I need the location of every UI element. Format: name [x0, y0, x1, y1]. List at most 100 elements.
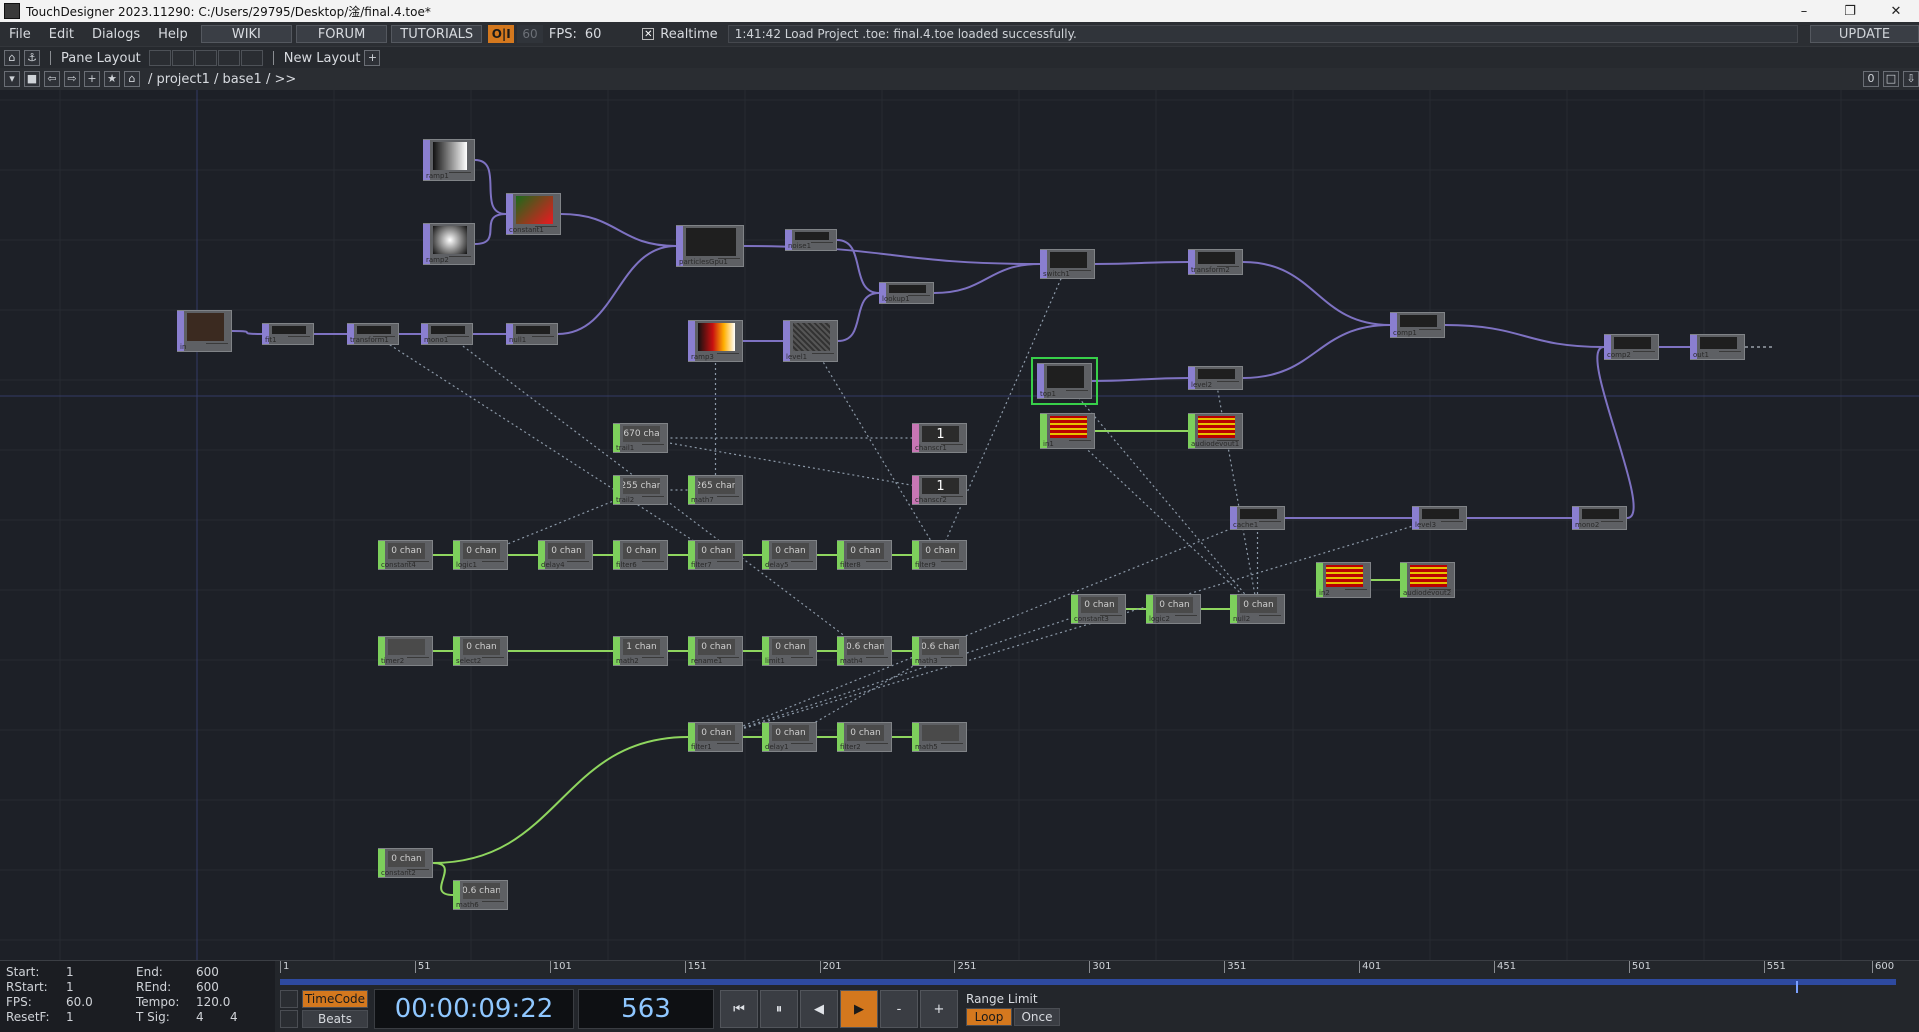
node-audiodevout1[interactable]: audiodevout1	[1188, 413, 1243, 449]
node-flags[interactable]	[567, 561, 589, 568]
maximize-button[interactable]: ❐	[1827, 0, 1873, 22]
node-out1[interactable]: out1	[1690, 334, 1745, 360]
node-rename1[interactable]: 0 chan rename1	[688, 636, 743, 666]
timeline-toggle-top[interactable]	[280, 990, 298, 1008]
once-button[interactable]: Once	[1014, 1008, 1060, 1026]
node-delay1[interactable]: 0 chan delay1	[762, 722, 817, 752]
node-flags[interactable]	[812, 353, 834, 360]
menu-help[interactable]: Help	[149, 27, 197, 42]
node-flags[interactable]	[1069, 270, 1091, 277]
node-flags[interactable]	[717, 561, 739, 568]
resetf-value[interactable]: 1	[66, 1010, 74, 1025]
node-flags[interactable]	[791, 743, 813, 750]
node-audiodevout2[interactable]: audiodevout2	[1400, 562, 1455, 598]
node-flags[interactable]	[642, 561, 664, 568]
fps-value[interactable]: 60.0	[66, 995, 93, 1010]
node-flags[interactable]	[642, 496, 664, 503]
node-flags[interactable]	[1217, 266, 1239, 273]
node-null2[interactable]: 0 chan null2	[1230, 594, 1285, 624]
network-home-icon[interactable]: ⌂	[124, 71, 140, 87]
node-transform1[interactable]: transform1	[347, 323, 399, 345]
step-back-button[interactable]: ◀	[800, 990, 838, 1028]
node-constant1[interactable]: constant1	[506, 193, 561, 235]
node-trail2[interactable]: 255 chan trail2	[613, 475, 668, 505]
playhead[interactable]	[1796, 981, 1799, 993]
node-logic2[interactable]: 0 chan logic2	[1146, 594, 1201, 624]
layout-split-h-button[interactable]	[194, 50, 217, 66]
jump-start-button[interactable]: ⏮	[720, 990, 758, 1028]
close-button[interactable]: ✕	[1873, 0, 1919, 22]
node-flags[interactable]	[941, 657, 963, 664]
node-delay5[interactable]: 0 chan delay5	[762, 540, 817, 570]
update-button[interactable]: UPDATE	[1809, 25, 1919, 43]
node-flags[interactable]	[941, 561, 963, 568]
node-flags[interactable]	[1429, 589, 1451, 596]
node-select2[interactable]: 0 chan select2	[453, 636, 508, 666]
node-math2[interactable]: 1 chan math2	[613, 636, 668, 666]
node-delay4[interactable]: 0 chan delay4	[538, 540, 593, 570]
layout-three-button[interactable]	[217, 50, 240, 66]
network-editor[interactable]: ramp1 ramp2 constant1 particlesGpu1 noise1 lo…	[0, 90, 1919, 960]
step-minus-button[interactable]: -	[880, 990, 918, 1028]
node-flags[interactable]	[866, 743, 888, 750]
minimize-button[interactable]: –	[1781, 0, 1827, 22]
node-flags[interactable]	[449, 256, 471, 263]
step-plus-button[interactable]: +	[920, 990, 958, 1028]
node-flags[interactable]	[407, 869, 429, 876]
node-flags[interactable]	[941, 444, 963, 451]
node-flags[interactable]	[1601, 521, 1623, 528]
node-flags[interactable]	[791, 561, 813, 568]
node-limit1[interactable]: 0 chan limit1	[762, 636, 817, 666]
node-flags[interactable]	[373, 336, 395, 343]
node-flags[interactable]	[535, 226, 557, 233]
tsig-numerator[interactable]: 4	[196, 1010, 204, 1025]
node-flags[interactable]	[908, 295, 930, 302]
tempo-value[interactable]: 120.0	[196, 995, 230, 1010]
node-lookup1[interactable]: lookup1	[879, 282, 934, 304]
node-filter8[interactable]: 0 chan filter8	[837, 540, 892, 570]
node-flags[interactable]	[941, 496, 963, 503]
realtime-checkbox[interactable]: ✕	[642, 28, 655, 40]
node-flags[interactable]	[811, 242, 833, 249]
layout-single-button[interactable]	[148, 50, 171, 66]
node-ramp3[interactable]: ramp3	[688, 320, 743, 362]
menu-edit[interactable]: Edit	[40, 27, 83, 42]
node-math6[interactable]: 0.6 chan math6	[453, 880, 508, 910]
rstart-value[interactable]: 1	[66, 980, 74, 995]
wiki-button[interactable]: WIKI	[200, 25, 292, 43]
node-noise1[interactable]: noise1	[785, 229, 837, 251]
pane-menu-icon[interactable]: ▾	[4, 71, 20, 87]
loop-button[interactable]: Loop	[966, 1008, 1012, 1026]
node-flags[interactable]	[206, 343, 228, 350]
node-flags[interactable]	[1259, 615, 1281, 622]
stop-icon[interactable]: ■	[24, 71, 40, 87]
node-flags[interactable]	[717, 353, 739, 360]
rend-value[interactable]: 600	[196, 980, 219, 995]
node-flags[interactable]	[866, 561, 888, 568]
node-fit1[interactable]: fit1	[262, 323, 314, 345]
node-comp2[interactable]: comp2	[1604, 334, 1659, 360]
node-level1[interactable]: level1	[783, 320, 838, 362]
node-flags[interactable]	[718, 258, 740, 265]
node-flags[interactable]	[532, 336, 554, 343]
bookmark-icon[interactable]: ★	[104, 71, 120, 87]
node-mono1[interactable]: mono1	[421, 323, 473, 345]
node-flags[interactable]	[407, 561, 429, 568]
node-flags[interactable]	[1069, 440, 1091, 447]
node-flags[interactable]	[1441, 521, 1463, 528]
menu-dialogs[interactable]: Dialogs	[83, 27, 149, 42]
pane-network-icon[interactable]: ⚓	[24, 50, 40, 66]
node-flags[interactable]	[288, 336, 310, 343]
node-flags[interactable]	[866, 657, 888, 664]
node-particlesGpu1[interactable]: particlesGpu1	[676, 225, 744, 267]
layout-four-button[interactable]	[240, 50, 263, 66]
end-value[interactable]: 600	[196, 965, 219, 980]
menu-file[interactable]: File	[0, 27, 40, 42]
node-flags[interactable]	[717, 743, 739, 750]
node-flags[interactable]	[642, 657, 664, 664]
node-filter9[interactable]: 0 chan filter9	[912, 540, 967, 570]
node-flags[interactable]	[1419, 329, 1441, 336]
node-flags[interactable]	[482, 901, 504, 908]
beats-button[interactable]: Beats	[302, 1010, 368, 1028]
node-constant2[interactable]: 0 chan constant2	[378, 848, 433, 878]
